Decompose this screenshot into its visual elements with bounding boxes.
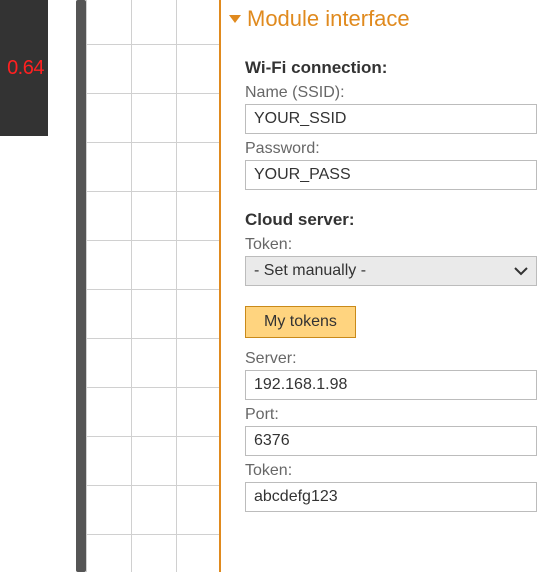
server-field: Server: — [245, 350, 545, 400]
ssid-input[interactable] — [245, 104, 537, 134]
token-select-value: - Set manually - — [254, 262, 366, 280]
cloud-heading: Cloud server: — [245, 210, 545, 230]
section-title-text: Module interface — [247, 6, 410, 32]
panel-divider — [219, 0, 221, 572]
password-input[interactable] — [245, 160, 537, 190]
token-select-field: Token: - Set manually - — [245, 236, 545, 286]
token-label: Token: — [245, 462, 545, 480]
token-field: Token: — [245, 462, 545, 512]
password-field: Password: — [245, 140, 545, 190]
password-label: Password: — [245, 140, 545, 158]
port-label: Port: — [245, 406, 545, 424]
my-tokens-button[interactable]: My tokens — [245, 306, 356, 338]
readout-value: 0.64 — [7, 57, 44, 80]
chevron-down-icon — [514, 266, 528, 276]
ssid-field: Name (SSID): — [245, 84, 545, 134]
vertical-scrollbar[interactable] — [76, 0, 86, 572]
server-input[interactable] — [245, 370, 537, 400]
server-label: Server: — [245, 350, 545, 368]
section-header[interactable]: Module interface — [229, 6, 545, 32]
token-select-label: Token: — [245, 236, 545, 254]
background-grid — [86, 0, 219, 572]
side-readout-box: 0.64 — [0, 0, 48, 136]
module-interface-panel: Module interface Wi-Fi connection: Name … — [229, 6, 545, 518]
port-field: Port: — [245, 406, 545, 456]
wifi-heading: Wi-Fi connection: — [245, 58, 545, 78]
collapse-triangle-icon — [229, 15, 241, 23]
ssid-label: Name (SSID): — [245, 84, 545, 102]
token-select[interactable]: - Set manually - — [245, 256, 537, 286]
port-input[interactable] — [245, 426, 537, 456]
token-input[interactable] — [245, 482, 537, 512]
